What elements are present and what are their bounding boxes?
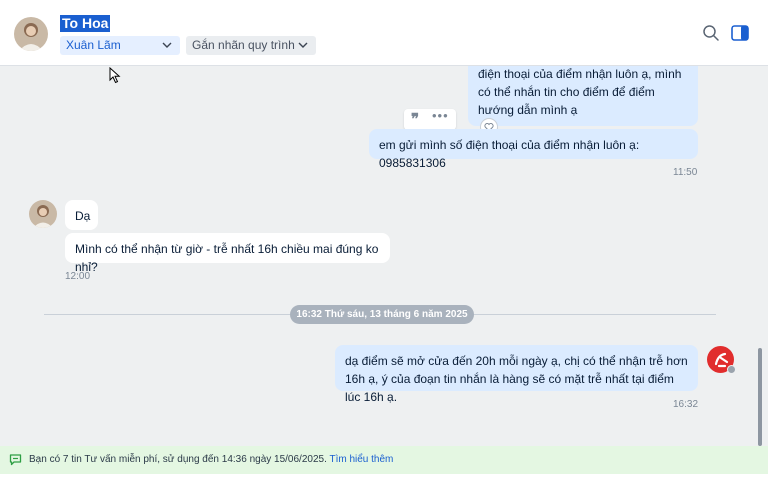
date-divider: 16:32 Thứ sáu, 13 tháng 6 năm 2025 — [290, 305, 474, 324]
flow-label-dropdown[interactable]: Gắn nhãn quy trình — [186, 36, 316, 55]
contact-avatar-small[interactable] — [29, 200, 57, 228]
flow-label-dropdown-text: Gắn nhãn quy trình — [192, 38, 295, 52]
message-list[interactable]: điện thoại của điểm nhận luôn ạ, mình có… — [0, 66, 768, 446]
learn-more-link[interactable]: Tìm hiểu thêm — [329, 454, 393, 465]
side-panel-icon[interactable] — [731, 24, 749, 42]
mouse-cursor-icon — [109, 67, 121, 84]
label-dropdown[interactable]: Xuân Lãm — [60, 36, 180, 55]
message-text: em gửi mình số điện thoại của điểm nhận … — [379, 138, 640, 170]
sender-avatar[interactable] — [707, 346, 736, 374]
message-actions: ❞ ••• — [404, 108, 456, 130]
message-bubble-outgoing[interactable]: dạ điểm sẽ mở cửa đến 20h mỗi ngày ạ, ch… — [335, 345, 698, 404]
message-text: Dạ — [75, 209, 91, 223]
contact-avatar[interactable] — [14, 17, 48, 51]
status-dot — [727, 365, 736, 374]
message-bubble-outgoing[interactable]: điện thoại của điểm nhận luôn ạ, mình có… — [468, 66, 698, 126]
message-bubble-incoming[interactable]: Dạ — [65, 200, 98, 230]
label-dropdown-text: Xuân Lãm — [66, 38, 121, 52]
chevron-down-icon — [162, 42, 172, 48]
message-text: Mình có thể nhận từ giờ - trễ nhất 16h c… — [75, 242, 379, 274]
message-bubble-incoming[interactable]: Mình có thể nhận từ giờ - trễ nhất 16h c… — [65, 233, 390, 274]
composer-area[interactable] — [0, 474, 768, 485]
message-bubble-outgoing[interactable]: em gửi mình số điện thoại của điểm nhận … — [369, 129, 698, 170]
search-icon[interactable] — [702, 24, 720, 42]
scrollbar-thumb[interactable] — [758, 348, 762, 446]
message-time: 16:32 — [673, 399, 699, 410]
message-text: dạ điểm sẽ mở cửa đến 20h mỗi ngày ạ, ch… — [345, 354, 688, 404]
contact-name[interactable]: To Hoa — [60, 15, 111, 32]
message-time: 11:50 — [673, 167, 698, 178]
quote-icon[interactable]: ❞ — [411, 110, 419, 128]
notice-message: Bạn có 7 tin Tư vấn miễn phí, sử dụng đế… — [29, 454, 327, 465]
free-message-notice: Bạn có 7 tin Tư vấn miễn phí, sử dụng đế… — [0, 446, 768, 474]
chat-bubble-icon — [9, 454, 22, 466]
chevron-down-icon — [298, 42, 308, 48]
more-options-icon[interactable]: ••• — [432, 108, 449, 123]
chat-header: To Hoa Xuân Lãm Gắn nhãn quy trình — [0, 0, 768, 66]
message-time: 12:00 — [65, 271, 91, 282]
notice-text: Bạn có 7 tin Tư vấn miễn phí, sử dụng đế… — [29, 454, 393, 465]
message-text: điện thoại của điểm nhận luôn ạ, mình có… — [478, 67, 682, 117]
